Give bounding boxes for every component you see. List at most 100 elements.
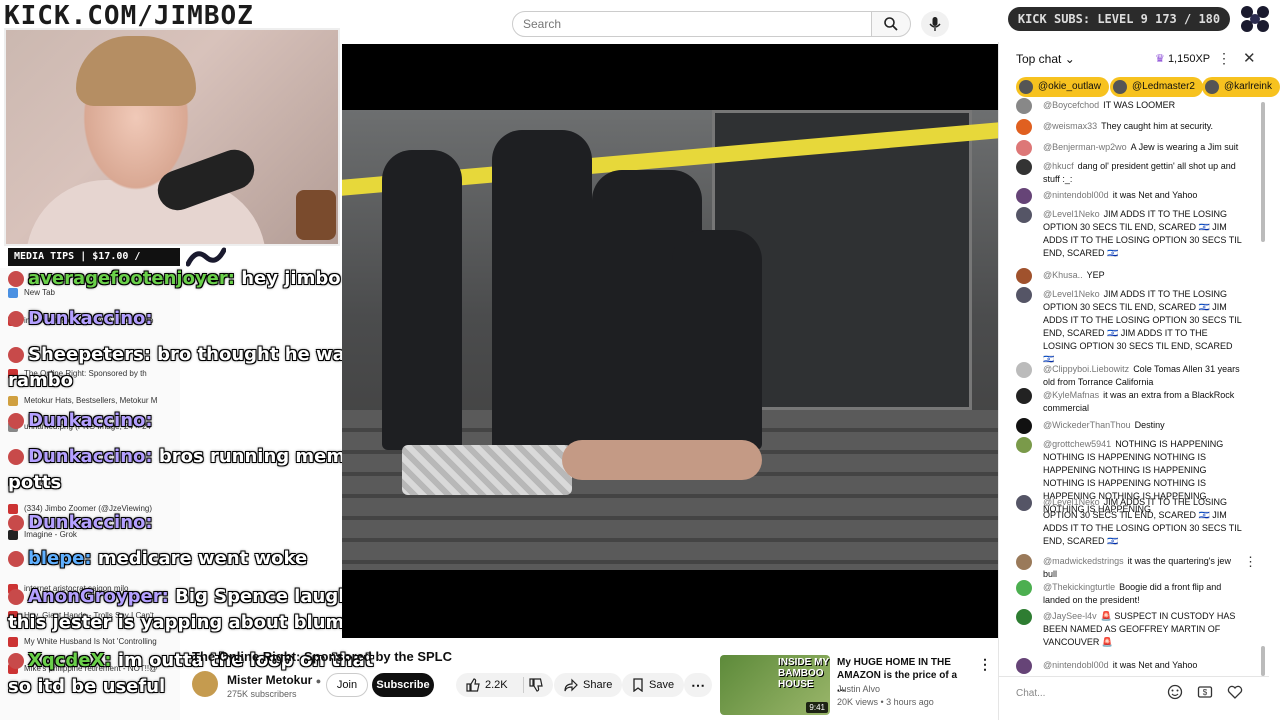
overlay-chat-message: Sheepeters: bro thought he was [8,342,356,368]
join-button[interactable]: Join [326,673,368,697]
chat-username[interactable]: @weismax33 [1043,121,1097,131]
chat-username[interactable]: @KyleMafnas [1043,390,1099,400]
overlay-chat-message: blepe: medicare went woke [8,546,307,572]
favicon-icon [8,637,18,647]
chat-username[interactable]: @madwickedstrings [1043,556,1124,566]
chat-message: @KyleMafnas it was an extra from a BlackR… [1043,389,1243,415]
pinned-user-chip[interactable]: @karlreink [1202,77,1280,97]
chat-message: @Thekickingturtle Boogie did a front flip… [1043,581,1243,607]
chat-scrollbar[interactable] [1261,102,1265,242]
chat-username[interactable]: @Level1Neko [1043,497,1100,507]
chat-username[interactable]: @Level1Neko [1043,209,1100,219]
chat-username[interactable]: @nintendobl00d [1043,190,1109,200]
avatar[interactable] [1016,580,1032,596]
avatar[interactable] [1016,287,1032,303]
like-button[interactable]: 2.2K [456,673,553,697]
browser-tab[interactable]: Metokur Hats, Bestsellers, Metokur M [8,396,176,406]
avatar[interactable] [1016,188,1032,204]
search-input[interactable]: Search [512,11,872,37]
save-button[interactable]: Save [622,673,685,697]
recommended-channel[interactable]: Justin Alvo [837,684,880,694]
voice-search-button[interactable] [921,11,949,37]
channel-name[interactable]: Mister Metokur ● [227,673,321,687]
microphone-icon [929,17,941,31]
avatar[interactable] [1016,140,1032,156]
avatar[interactable] [1016,609,1032,625]
recommended-menu-icon[interactable]: ⋮ [978,656,992,673]
avatar[interactable] [1016,388,1032,404]
super-chat-icon[interactable]: $ [1197,684,1213,700]
chat-message: @Level1Neko JIM ADDS IT TO THE LOSING OPT… [1043,208,1243,260]
thumbs-down-icon[interactable] [529,678,543,692]
avatar[interactable] [1016,98,1032,114]
overlay-chat-text: rambo [8,370,74,391]
channel-avatar[interactable] [192,671,218,697]
chat-scrollbar-lower[interactable] [1261,646,1265,676]
more-horizontal-icon: ⋯ [691,677,705,693]
avatar[interactable] [1016,268,1032,284]
video-player[interactable] [342,44,998,638]
foil-blanket [402,445,572,495]
chat-message: @nintendobl00d it was Net and Yahoo [1043,659,1243,672]
overlay-chat-message: Dunkaccino: bros running meme [8,444,357,470]
chat-message: @Level1Neko JIM ADDS IT TO THE LOSING OPT… [1043,496,1243,548]
avatar[interactable] [1016,495,1032,511]
chat-text: it was Net and Yahoo [1112,190,1198,200]
video-frame [342,110,998,570]
chat-username[interactable]: @nintendobl00d [1043,660,1109,670]
overlay-chat-text: bro thought he was [150,344,356,365]
search-button[interactable] [871,11,911,37]
chat-message: @WickederThanThou Destiny [1043,419,1243,432]
overlay-chat-text: bros running meme [152,446,358,467]
recommended-meta: 20K views • 3 hours ago [837,697,934,707]
avatar[interactable] [1016,658,1032,674]
chat-input[interactable]: Chat... [1016,688,1045,699]
avatar[interactable] [1016,437,1032,453]
recommended-thumbnail[interactable]: INSIDE MY BAMBOO HOUSE 9:41 [720,655,830,715]
mt-logo-icon [186,247,226,267]
chat-message: @hkucf dang ol' president gettin' all sho… [1043,160,1243,186]
avatar[interactable] [1016,207,1032,223]
badge-icon [8,449,24,465]
chat-username[interactable]: @Level1Neko [1043,289,1100,299]
pinned-user-chip[interactable]: @Ledmaster2 [1110,77,1203,97]
chevron-down-icon: ⌄ [1064,52,1075,66]
badge-icon [8,551,24,567]
avatar[interactable] [1016,159,1032,175]
browser-tab[interactable]: My White Husband Is Not 'Controlling [8,637,176,647]
chat-text: IT WAS LOOMER [1103,100,1176,110]
overlay-chat-message: rambo [8,368,73,394]
xp-counter[interactable]: ♛ 1,150XP [1155,52,1210,65]
pinned-user-chip[interactable]: @okie_outlaw [1016,77,1109,97]
chat-username[interactable]: @hkucf [1043,161,1074,171]
heart-icon[interactable] [1227,684,1243,700]
chat-username[interactable]: @JaySee-l4v [1043,611,1097,621]
avatar[interactable] [1016,119,1032,135]
close-chat-icon[interactable]: ✕ [1243,49,1256,67]
overlay-chat-message: averagefootenjoyer: hey jimbo [8,266,341,292]
share-button[interactable]: Share [554,673,623,697]
badge-icon [8,515,24,531]
message-menu-icon[interactable]: ⋮ [1244,554,1257,570]
chat-username[interactable]: @Boycefchod [1043,100,1099,110]
anime-sticker [296,190,336,240]
badge-icon [8,347,24,363]
overlay-chat-username: AnonGroyper: [28,586,169,607]
chat-menu-icon[interactable]: ⋮ [1217,50,1231,67]
chat-username[interactable]: @Thekickingturtle [1043,582,1115,592]
chat-message: @Boycefchod IT WAS LOOMER [1043,99,1243,112]
avatar[interactable] [1016,554,1032,570]
avatar [1019,80,1033,94]
subscribe-button[interactable]: Subscribe [372,673,434,697]
emoji-icon[interactable] [1167,684,1183,700]
avatar[interactable] [1016,418,1032,434]
chat-username[interactable]: @Benjerman-wp2wo [1043,142,1127,152]
chat-username[interactable]: @WickederThanThou [1043,420,1131,430]
avatar[interactable] [1016,362,1032,378]
chat-username[interactable]: @Clippyboi.Liebowitz [1043,364,1129,374]
chat-mode-dropdown[interactable]: Top chat ⌄ [1016,52,1075,66]
more-actions-button[interactable]: ⋯ [684,673,712,697]
chat-username[interactable]: @Khusa.. [1043,270,1083,280]
overlay-chat-message: Dunkaccino: [8,306,153,332]
chat-username[interactable]: @grottchew5941 [1043,439,1111,449]
